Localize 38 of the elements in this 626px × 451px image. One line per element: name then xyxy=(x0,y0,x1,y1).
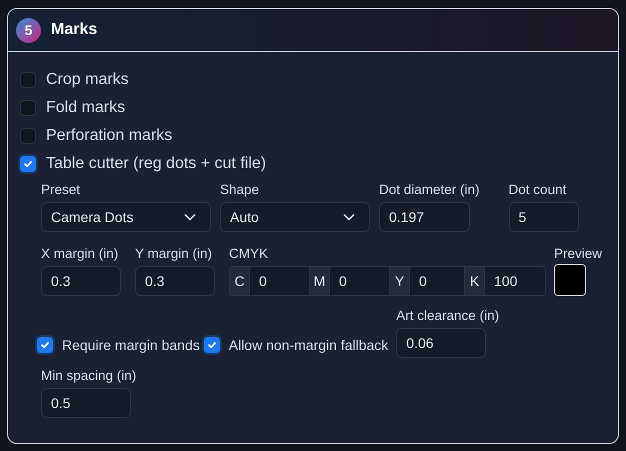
color-swatch xyxy=(554,264,586,296)
dropdown[interactable]: Auto xyxy=(220,202,370,232)
checkbox[interactable] xyxy=(20,100,36,116)
checkmark-icon xyxy=(40,340,50,350)
field-label: Preset xyxy=(41,182,80,199)
checkbox-label: Require margin bands xyxy=(62,337,200,353)
checkbox[interactable] xyxy=(20,72,36,88)
checkbox-label: Table cutter (reg dots + cut file) xyxy=(46,155,266,173)
checkbox-label: Allow non-margin fallback xyxy=(228,337,388,353)
checkbox-label: Crop marks xyxy=(46,71,129,89)
field-label: CMYK xyxy=(229,246,268,263)
checkmark-icon xyxy=(206,340,217,350)
checkbox[interactable] xyxy=(204,337,220,353)
checkbox[interactable] xyxy=(20,156,36,172)
field-label: Y margin (in) xyxy=(135,246,212,263)
step-badge: 5 xyxy=(16,18,41,42)
checkmark-icon xyxy=(23,159,33,169)
panel-title: Marks xyxy=(51,21,98,39)
chevron-icon xyxy=(184,213,196,221)
checkbox-label: Perforation marks xyxy=(46,127,172,145)
checkbox-label: Fold marks xyxy=(46,99,126,117)
checkbox[interactable] xyxy=(20,128,36,144)
input-field[interactable]: 0.197 xyxy=(379,202,470,232)
field-label: X margin (in) xyxy=(41,246,118,263)
field-label: Min spacing (in) xyxy=(41,368,136,385)
checkbox[interactable] xyxy=(37,337,53,353)
input-field[interactable]: 5 xyxy=(508,202,579,232)
field-label: Dot diameter (in) xyxy=(379,182,480,199)
input-field[interactable]: 0.3 xyxy=(135,266,215,296)
field-label: Preview xyxy=(554,246,602,263)
field-label: Dot count xyxy=(508,182,566,199)
input-field[interactable]: 0.3 xyxy=(41,266,121,296)
field-label: Shape xyxy=(220,182,260,199)
chevron-icon xyxy=(343,213,355,221)
dropdown[interactable]: Camera Dots xyxy=(41,202,211,232)
input-field[interactable]: 0.5 xyxy=(41,388,131,418)
input-field[interactable]: 0.06 xyxy=(396,328,486,358)
field-label: Art clearance (in) xyxy=(396,308,500,325)
